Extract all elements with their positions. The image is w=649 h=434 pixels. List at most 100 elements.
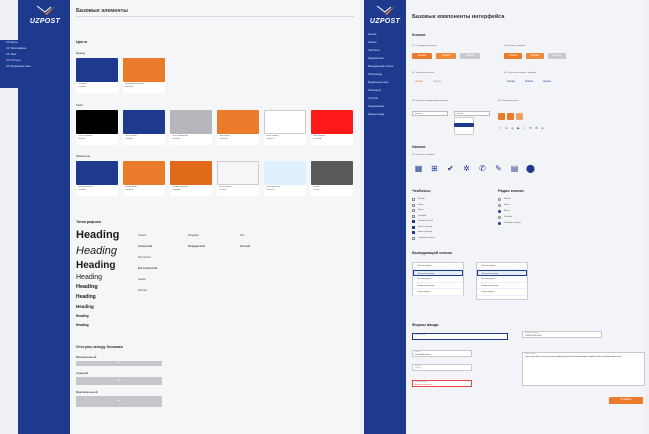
dropdown-button-open[interactable]: Кнопка bbox=[454, 111, 490, 116]
calendar-icon: ▦ bbox=[414, 164, 423, 173]
radio-button[interactable] bbox=[498, 204, 501, 207]
nav-item[interactable]: Пагинация bbox=[368, 89, 381, 92]
password-field[interactable]: Пароль ******** bbox=[412, 364, 472, 371]
list-item[interactable]: Пятый раздел bbox=[413, 289, 463, 296]
email-field[interactable]: Почта example@mail.ru bbox=[412, 350, 472, 357]
radio-label: Active bbox=[504, 210, 510, 212]
brand-name: UZPOST bbox=[369, 18, 401, 25]
check-circle-icon: ✔ bbox=[447, 164, 454, 173]
radio-button[interactable] bbox=[498, 198, 501, 201]
social-icon[interactable]: ▶ bbox=[516, 125, 521, 130]
social-icon[interactable]: ✉ bbox=[528, 125, 533, 130]
nav-item[interactable]: Радиокнопки bbox=[368, 57, 384, 60]
text-icon-button[interactable]: Кнопка bbox=[504, 79, 518, 85]
comment-textarea[interactable]: Комментарий Lorem ipsum dolor sit amet c… bbox=[522, 352, 645, 386]
radio-button[interactable] bbox=[498, 216, 501, 219]
text-icon-button[interactable]: Кнопка bbox=[540, 79, 554, 85]
social-icon[interactable]: t bbox=[522, 125, 527, 130]
checkbox[interactable] bbox=[412, 231, 415, 234]
standard-button[interactable]: Кнопка bbox=[412, 53, 432, 59]
element-colors-heading: Элементы bbox=[76, 154, 91, 158]
social-icon[interactable]: g bbox=[510, 125, 515, 130]
checkbox-label: Default checked bbox=[418, 220, 433, 222]
color-swatch: Кнопки основные #1E3A8F bbox=[76, 161, 118, 196]
section-list-left[interactable]: Первый раздел Активный раздел Третий разде… bbox=[412, 262, 464, 296]
list-item[interactable]: Пятый раздел bbox=[477, 289, 527, 296]
social-icon[interactable]: ● bbox=[540, 125, 545, 130]
button-group-label: 04. Текстовые кнопки с иконкой bbox=[504, 72, 537, 74]
checkbox[interactable] bbox=[412, 198, 415, 201]
dropdown-menu-active[interactable] bbox=[454, 123, 474, 127]
radio-heading: Радио кнопки bbox=[498, 189, 524, 193]
section-list-right[interactable]: Первый раздел Активный раздел Третий разде… bbox=[476, 262, 528, 300]
spacing-label: Минимальный bbox=[76, 355, 97, 359]
radio-label: Disabled checked bbox=[504, 222, 521, 224]
typography-style: Content bbox=[138, 235, 147, 237]
text-icon-button[interactable]: Кнопка bbox=[522, 79, 536, 85]
nav-item[interactable]: UX Модальные окна bbox=[6, 65, 31, 68]
checkbox[interactable] bbox=[412, 214, 415, 218]
buttons-heading: Кнопки bbox=[412, 33, 426, 37]
checkbox-heading: Чекбоксы bbox=[412, 189, 431, 193]
checkbox[interactable] bbox=[412, 209, 415, 212]
error-field[interactable]: Ошибка ввода Введите корректно bbox=[412, 380, 472, 387]
typography-heading: Типографика bbox=[76, 220, 101, 224]
forms-heading: Формы ввода bbox=[412, 323, 439, 327]
color-swatch: Текст акцент #EA7B2A bbox=[217, 110, 259, 145]
social-button[interactable] bbox=[516, 113, 523, 120]
spacing-heading: Отступы между блоками bbox=[76, 345, 123, 349]
divider bbox=[76, 16, 354, 17]
nav-item[interactable]: Выпадающий список bbox=[368, 65, 393, 68]
icon-button[interactable]: Кнопка bbox=[504, 53, 522, 59]
button-group-label: 06. Кнопки соцсетей bbox=[498, 100, 519, 102]
heading-sample: Heading bbox=[76, 314, 89, 318]
social-button[interactable] bbox=[498, 113, 505, 120]
heading-sample: Heading bbox=[76, 294, 96, 300]
color-swatch: Фон основной #F5F6F8 bbox=[217, 161, 259, 196]
standard-button-hover[interactable]: Кнопка bbox=[436, 53, 456, 59]
radio-label: Default bbox=[504, 198, 511, 200]
dropdown-button[interactable]: Кнопка bbox=[412, 111, 448, 116]
nav-item[interactable]: UX Тени bbox=[6, 53, 16, 56]
nav-item[interactable]: Формы входа bbox=[368, 113, 384, 116]
submit-button[interactable]: Отправить bbox=[609, 397, 643, 404]
nav-item[interactable]: Поля ввода bbox=[368, 73, 382, 76]
checkbox[interactable] bbox=[412, 236, 415, 240]
radio-button[interactable] bbox=[498, 210, 501, 213]
text-field[interactable]: Введите текст bbox=[412, 333, 508, 340]
checkbox[interactable] bbox=[412, 225, 415, 229]
color-swatch: Текст ошибки #FF1A1A bbox=[311, 110, 353, 145]
nav-item[interactable]: UX Типографика bbox=[6, 47, 26, 50]
button-group-label: 02. Кнопки с иконкой bbox=[504, 45, 526, 47]
checkbox[interactable] bbox=[412, 220, 415, 223]
checkbox-label: Active checked bbox=[418, 231, 432, 233]
nav-item[interactable]: UX Цвета bbox=[6, 41, 18, 44]
text-button[interactable]: Кнопка bbox=[412, 79, 426, 85]
standard-button-disabled[interactable]: Кнопка bbox=[460, 53, 480, 59]
text-button-disabled[interactable]: Кнопка bbox=[430, 79, 444, 85]
button-group-label: 05. Кнопки с выпадающим списком bbox=[412, 100, 448, 102]
icon-button-hover[interactable]: Кнопка bbox=[526, 53, 544, 59]
phone-field[interactable]: Номер телефона +998 90 000 00 00 bbox=[522, 331, 602, 338]
nav-item[interactable]: Иконки bbox=[368, 41, 377, 44]
nav-item[interactable]: Тултипы bbox=[368, 97, 378, 100]
social-icon[interactable]: ✆ bbox=[534, 125, 539, 130]
spacing-label: Максимальный bbox=[76, 390, 98, 394]
nav-item[interactable]: Уведомления bbox=[368, 105, 384, 108]
nav-item[interactable]: Кнопки bbox=[368, 33, 376, 36]
checkbox[interactable] bbox=[412, 203, 415, 207]
nav-item[interactable]: Модальные окна bbox=[368, 81, 388, 84]
heading-sample: Heading bbox=[76, 284, 98, 290]
button-group-label: 03. Текстовые кнопки bbox=[412, 72, 434, 74]
nav-item[interactable]: Чекбоксы bbox=[368, 49, 380, 52]
radio-button[interactable] bbox=[498, 222, 501, 225]
button-group-label: 01. Стандартные кнопки bbox=[412, 45, 437, 47]
spacing-bar-min: 8px bbox=[76, 361, 162, 366]
icon-button-disabled[interactable]: Кнопка bbox=[548, 53, 566, 59]
social-icon[interactable]: in bbox=[504, 125, 509, 130]
color-swatch: Дополнительный цвет #EA7B2A bbox=[123, 58, 165, 93]
social-icon[interactable]: f bbox=[498, 125, 503, 130]
social-button[interactable] bbox=[507, 113, 514, 120]
spacing-label: Средний bbox=[76, 371, 89, 375]
nav-item[interactable]: UX Отступы bbox=[6, 59, 21, 62]
